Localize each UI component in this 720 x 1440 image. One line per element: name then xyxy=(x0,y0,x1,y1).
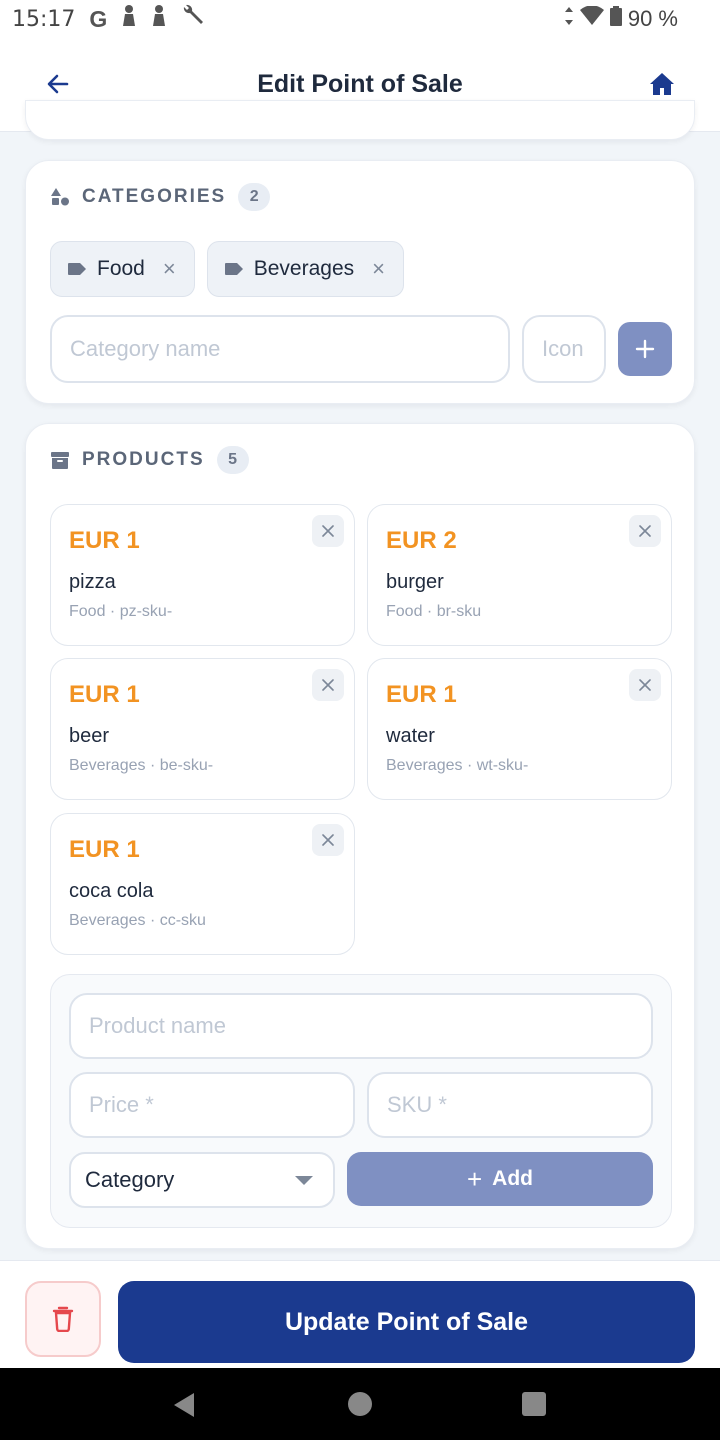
product-price: EUR 2 xyxy=(386,527,457,554)
remove-product-button[interactable] xyxy=(312,515,344,547)
bottom-action-bar: Update Point of Sale xyxy=(0,1260,720,1368)
add-product-label: Add xyxy=(492,1167,533,1190)
home-icon xyxy=(650,73,674,95)
battery-icon xyxy=(609,6,622,32)
product-name: pizza xyxy=(69,571,116,593)
plus-icon xyxy=(635,339,655,359)
previous-card xyxy=(25,100,695,140)
category-chip-food[interactable]: Food × xyxy=(50,241,195,297)
chess-pawn-icon xyxy=(121,4,137,34)
product-name: beer xyxy=(69,725,110,747)
product-meta: Food · br-sku xyxy=(386,603,482,620)
products-card: PRODUCTS 5 EUR 1 pizza Food · pz-sku- EU… xyxy=(25,423,695,1249)
product-price: EUR 1 xyxy=(69,681,140,708)
page-title: Edit Point of Sale xyxy=(257,70,463,98)
products-header: PRODUCTS 5 xyxy=(50,446,249,474)
plus-icon: + xyxy=(466,1163,483,1194)
triangle-back-icon xyxy=(174,1393,194,1417)
archive-icon xyxy=(51,452,69,469)
product-card[interactable]: EUR 1 water Beverages · wt-sku- xyxy=(367,658,672,800)
close-icon xyxy=(322,834,334,846)
remove-product-button[interactable] xyxy=(312,669,344,701)
category-chips: Food × Beverages × xyxy=(50,241,404,297)
product-name: burger xyxy=(386,571,444,593)
add-category-button[interactable] xyxy=(618,322,672,376)
remove-chip-icon[interactable]: × xyxy=(163,256,176,282)
product-meta: Food · pz-sku- xyxy=(69,603,173,620)
category-select-label: Category xyxy=(85,1167,175,1192)
home-nav-button[interactable] xyxy=(348,1392,372,1416)
battery-percent: 90 % xyxy=(627,6,678,31)
delete-button[interactable] xyxy=(25,1281,101,1357)
product-price: EUR 1 xyxy=(386,681,457,708)
chip-label: Beverages xyxy=(253,257,355,280)
tag-icon xyxy=(68,263,86,275)
data-arrows-icon xyxy=(564,6,574,32)
system-nav-bar xyxy=(0,1368,720,1440)
status-time: 15:17 xyxy=(12,6,76,32)
google-icon: G xyxy=(89,5,108,32)
back-nav-button[interactable] xyxy=(172,1392,198,1418)
product-meta: Beverages · be-sku- xyxy=(69,757,214,774)
product-meta: Beverages · cc-sku xyxy=(69,912,206,929)
category-icon-input[interactable]: Icon xyxy=(522,315,606,383)
wifi-icon xyxy=(579,5,604,32)
add-product-button[interactable]: + Add xyxy=(347,1152,653,1206)
categories-title: CATEGORIES xyxy=(82,186,227,207)
remove-product-button[interactable] xyxy=(629,669,661,701)
product-name: coca cola xyxy=(69,880,154,902)
wrench-icon xyxy=(181,4,205,34)
chip-label: Food xyxy=(97,257,145,280)
recents-nav-button[interactable] xyxy=(522,1392,546,1416)
product-meta: Beverages · wt-sku- xyxy=(386,757,529,774)
close-icon xyxy=(639,525,651,537)
shapes-icon xyxy=(51,188,69,206)
close-icon xyxy=(322,679,334,691)
product-card[interactable]: EUR 1 coca cola Beverages · cc-sku xyxy=(50,813,355,955)
category-chip-beverages[interactable]: Beverages × xyxy=(206,241,404,297)
remove-chip-icon[interactable]: × xyxy=(372,256,385,282)
product-sku-input[interactable]: SKU * xyxy=(367,1072,653,1138)
new-product-form: Product name Price * SKU * Category + Ad… xyxy=(50,974,672,1228)
close-icon xyxy=(322,525,334,537)
status-bar: 15:17 G 90 % xyxy=(0,0,720,38)
home-button[interactable] xyxy=(644,66,680,102)
categories-count-badge: 2 xyxy=(238,183,271,211)
product-card[interactable]: EUR 1 pizza Food · pz-sku- xyxy=(50,504,355,646)
categories-card: CATEGORIES 2 Food × Beverages × Category… xyxy=(25,160,695,404)
product-price-input[interactable]: Price * xyxy=(69,1072,355,1138)
product-name-input[interactable]: Product name xyxy=(69,993,653,1059)
products-count-badge: 5 xyxy=(216,446,249,474)
product-card[interactable]: EUR 2 burger Food · br-sku xyxy=(367,504,672,646)
update-point-of-sale-button[interactable]: Update Point of Sale xyxy=(118,1281,695,1363)
product-category-select[interactable]: Category xyxy=(69,1152,335,1208)
trash-icon xyxy=(52,1306,74,1332)
products-title: PRODUCTS xyxy=(82,449,205,470)
product-price: EUR 1 xyxy=(69,836,140,863)
categories-header: CATEGORIES 2 xyxy=(50,183,271,211)
close-icon xyxy=(639,679,651,691)
product-price: EUR 1 xyxy=(69,527,140,554)
product-name: water xyxy=(386,725,435,747)
category-name-input[interactable]: Category name xyxy=(50,315,510,383)
remove-product-button[interactable] xyxy=(312,824,344,856)
remove-product-button[interactable] xyxy=(629,515,661,547)
tag-icon xyxy=(224,263,243,275)
chevron-down-icon xyxy=(295,1176,313,1185)
product-card[interactable]: EUR 1 beer Beverages · be-sku- xyxy=(50,658,355,800)
chess-pawn-icon xyxy=(151,4,167,34)
